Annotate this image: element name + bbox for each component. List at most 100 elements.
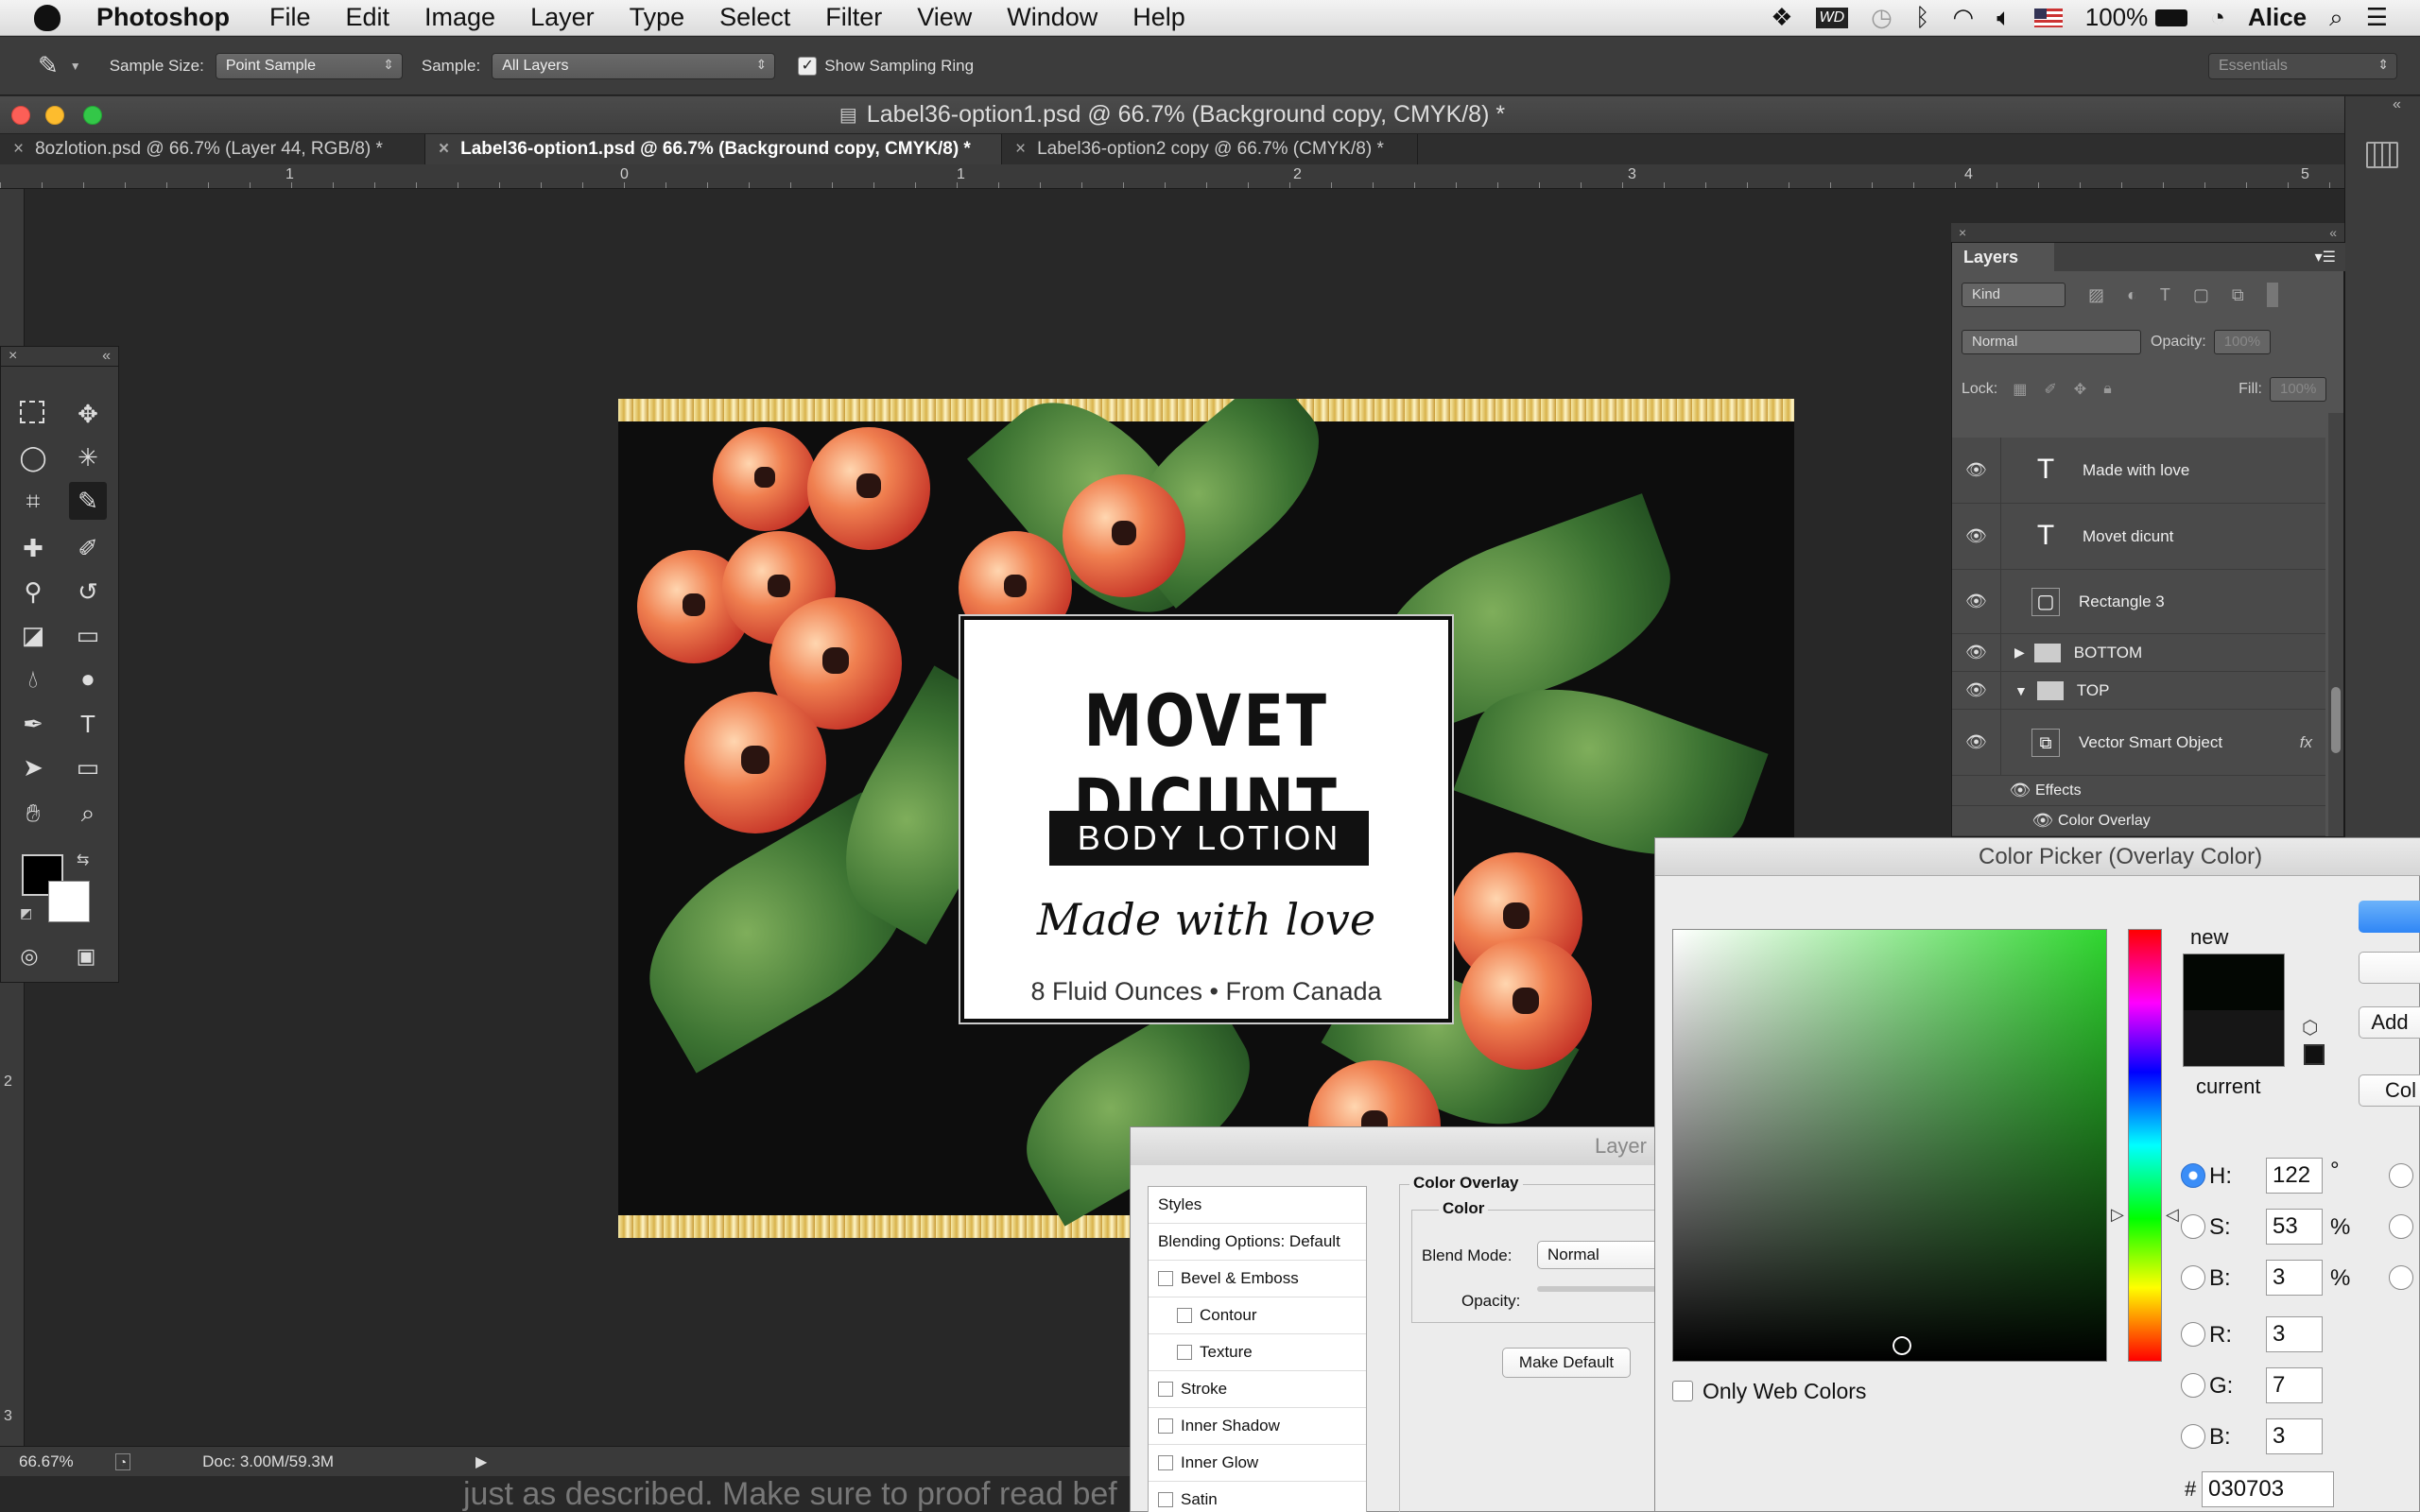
blend-mode-select[interactable]: Normal <box>1962 330 2141 354</box>
opacity-slider[interactable] <box>1537 1286 1662 1292</box>
swap-colors-icon[interactable]: ⇆ <box>77 850 89 869</box>
visibility-eye-icon[interactable]: 👁︎ <box>1952 504 2001 569</box>
brightness-input[interactable]: 3 <box>2266 1260 2323 1296</box>
style-checkbox[interactable] <box>1177 1308 1192 1323</box>
layers-panel-header[interactable]: × « <box>1951 223 2344 242</box>
layers-scrollbar[interactable] <box>2328 413 2343 836</box>
zoom-window-button[interactable] <box>83 106 102 125</box>
collapse-arrow-icon[interactable]: ▼ <box>2014 683 2028 698</box>
filter-toggle-icon[interactable] <box>2266 283 2278 307</box>
collapse-dock-icon[interactable]: « <box>2393 96 2401 113</box>
screen-mode-icon[interactable]: ▣ <box>67 937 105 975</box>
saturation-input[interactable]: 53 <box>2266 1209 2323 1245</box>
menu-select[interactable]: Select <box>719 3 790 32</box>
lock-transparent-icon[interactable]: ▦ <box>2013 380 2027 399</box>
path-selection-tool-icon[interactable]: ➤ <box>14 748 52 786</box>
user-name[interactable]: Alice <box>2248 3 2307 32</box>
effects-eye-icon[interactable]: 👁︎ <box>2009 776 2031 805</box>
green-radio[interactable] <box>2181 1373 2205 1398</box>
menu-view[interactable]: View <box>917 3 972 32</box>
lock-position-icon[interactable]: ✥ <box>2074 380 2086 399</box>
type-tool-icon[interactable]: T <box>69 705 107 743</box>
style-checkbox[interactable] <box>1158 1271 1173 1286</box>
menu-filter[interactable]: Filter <box>825 3 882 32</box>
spotlight-search-icon[interactable]: ⌕ <box>2329 3 2343 33</box>
tools-panel-header[interactable]: × « <box>0 346 119 367</box>
default-colors-icon[interactable]: ◩ <box>20 905 32 921</box>
preset-chevron-icon[interactable]: ▼ <box>70 60 81 73</box>
only-web-colors-checkbox[interactable] <box>1672 1381 1693 1401</box>
move-tool-icon[interactable]: ✥ <box>69 395 107 433</box>
wd-icon[interactable]: WD <box>1815 7 1849 28</box>
filter-type-icon[interactable]: T <box>2160 285 2170 305</box>
volume-icon[interactable]: 🔈︎ <box>1996 3 2012 33</box>
blending-options-item[interactable]: Blending Options: Default <box>1149 1224 1366 1261</box>
wifi-icon[interactable]: ◠ <box>1952 3 1974 32</box>
hue-slider[interactable] <box>2128 929 2162 1362</box>
visibility-eye-icon[interactable]: 👁︎ <box>1952 710 2001 775</box>
visibility-eye-icon[interactable]: 👁︎ <box>1952 634 2001 671</box>
hue-input[interactable]: 122 <box>2266 1158 2323 1194</box>
lock-image-icon[interactable]: ✐ <box>2044 380 2056 399</box>
saturation-radio[interactable] <box>2181 1214 2205 1239</box>
style-item[interactable]: Bevel & Emboss <box>1149 1261 1366 1297</box>
style-checkbox[interactable] <box>1177 1345 1192 1360</box>
apple-icon[interactable] <box>34 4 60 31</box>
filter-kind-select[interactable]: Kind <box>1962 283 2066 307</box>
web-safe-swatch-icon[interactable] <box>2304 1044 2325 1065</box>
scrollbar-thumb[interactable] <box>2331 687 2341 753</box>
menu-image[interactable]: Image <box>424 3 495 32</box>
status-icon[interactable]: ◔ <box>114 1452 131 1470</box>
horizontal-ruler[interactable]: 1 0 1 2 3 4 5 <box>0 164 2344 189</box>
menu-file[interactable]: File <box>269 3 311 32</box>
rectangle-tool-icon[interactable]: ▭ <box>69 748 107 786</box>
brightness-radio[interactable] <box>2181 1265 2205 1290</box>
opacity-input[interactable]: 100% <box>2213 330 2271 354</box>
magic-wand-tool-icon[interactable]: ✳ <box>69 438 107 476</box>
style-item[interactable]: Inner Glow <box>1149 1445 1366 1482</box>
notification-center-icon[interactable]: ☰ <box>2366 3 2388 32</box>
hue-slider-right-arrow-icon[interactable]: ◁ <box>2166 1205 2179 1225</box>
filter-adjustment-icon[interactable]: ◐ <box>2127 285 2137 305</box>
zoom-tool-icon[interactable]: ⌕ <box>69 794 107 832</box>
menu-edit[interactable]: Edit <box>346 3 390 32</box>
dropbox-icon[interactable]: ❖ <box>1771 3 1792 32</box>
sample-select[interactable]: All Layers <box>492 52 776 79</box>
tab-layers[interactable]: Layers <box>1952 243 2054 271</box>
out-of-gamut-cube-icon[interactable]: ⬡ <box>2302 1016 2318 1040</box>
green-input[interactable]: 7 <box>2266 1367 2323 1403</box>
blur-tool-icon[interactable]: 💧︎ <box>14 660 52 697</box>
healing-brush-tool-icon[interactable]: ✚ <box>14 529 52 567</box>
visibility-eye-icon[interactable]: 👁︎ <box>1952 570 2001 633</box>
tab-label36-option2[interactable]: × Label36-option2 copy @ 66.7% (CMYK/8) * <box>1002 134 1418 164</box>
workspace-select[interactable]: Essentials <box>2208 52 2397 79</box>
zoom-level[interactable]: 66.67% <box>19 1452 74 1471</box>
menu-help[interactable]: Help <box>1132 3 1185 32</box>
hand-tool-icon[interactable]: ✋︎ <box>14 794 52 832</box>
history-brush-tool-icon[interactable]: ↺ <box>69 573 107 610</box>
fill-input[interactable]: 100% <box>2270 377 2326 402</box>
document-canvas[interactable]: MOVET DICUNT BODY LOTION Made with love … <box>618 399 1794 1238</box>
style-item[interactable]: Stroke <box>1149 1371 1366 1408</box>
lock-all-icon[interactable]: 🔒︎ <box>2103 381 2112 398</box>
status-menu-arrow-icon[interactable]: ▶ <box>475 1452 487 1471</box>
menu-layer[interactable]: Layer <box>530 3 595 32</box>
pen-tool-icon[interactable]: ✒ <box>14 705 52 743</box>
add-to-swatches-button[interactable]: Add <box>2359 1006 2420 1039</box>
lab-l-radio[interactable] <box>2389 1163 2413 1188</box>
hue-radio[interactable] <box>2181 1163 2205 1188</box>
close-tab-icon[interactable]: × <box>13 139 24 160</box>
visibility-eye-icon[interactable]: 👁︎ <box>1952 438 2001 503</box>
color-field-marker[interactable] <box>1892 1335 1912 1356</box>
red-radio[interactable] <box>2181 1322 2205 1347</box>
eyedropper-tool-icon[interactable]: ✎ <box>69 482 107 520</box>
close-tab-icon[interactable]: × <box>1015 139 1026 160</box>
blue-radio[interactable] <box>2181 1424 2205 1449</box>
lab-a-radio[interactable] <box>2389 1214 2413 1239</box>
close-panel-icon[interactable]: × <box>1959 225 1966 240</box>
cancel-button[interactable] <box>2359 952 2420 984</box>
color-overlay-eye-icon[interactable]: 👁︎ <box>2031 806 2054 835</box>
style-item[interactable]: Satin <box>1149 1482 1366 1512</box>
battery-percent[interactable]: 100% <box>2085 3 2149 32</box>
layer-row[interactable]: 👁︎ T Movet dicunt <box>1952 504 2325 570</box>
